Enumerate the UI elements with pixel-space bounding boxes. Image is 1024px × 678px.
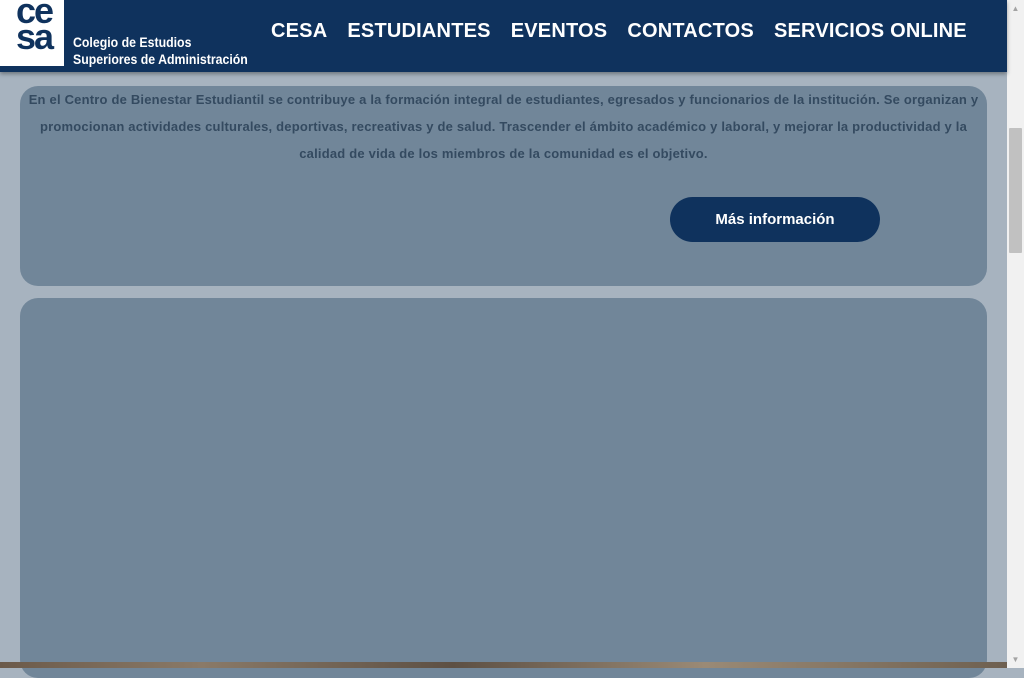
main-nav: CESA ESTUDIANTES EVENTOS CONTACTOS SERVI… [271,20,967,43]
scrollbar-thumb[interactable] [1009,128,1022,253]
institution-name-line1: Colegio de Estudios [73,34,192,50]
content-card [20,298,987,678]
nav-item-contactos[interactable]: CONTACTOS [627,20,754,43]
vertical-scrollbar[interactable]: ▲ ▼ [1007,0,1024,668]
institution-name-line2: Superiores de Administración [73,51,248,67]
more-info-button[interactable]: Más información [670,197,880,242]
nav-item-estudiantes[interactable]: ESTUDIANTES [347,20,490,43]
nav-item-cesa[interactable]: CESA [271,20,327,43]
background-image-strip [0,662,1007,668]
nav-item-servicios-online[interactable]: SERVICIOS ONLINE [774,20,967,43]
nav-item-eventos[interactable]: EVENTOS [511,20,608,43]
bienestar-description: En el Centro de Bienestar Estudiantil se… [28,92,979,161]
institution-name[interactable]: Colegio de Estudios Superiores de Admini… [73,34,248,68]
chevron-down-icon[interactable]: ▼ [1007,651,1024,668]
bienestar-info-card: En el Centro de Bienestar Estudiantil se… [20,86,987,286]
chevron-up-icon[interactable]: ▲ [1007,0,1024,17]
site-header: ce sa Colegio de Estudios Superiores de … [0,0,1007,72]
cesa-logo[interactable]: ce sa [0,0,64,66]
logo-letters-bottom: sa [16,16,54,57]
